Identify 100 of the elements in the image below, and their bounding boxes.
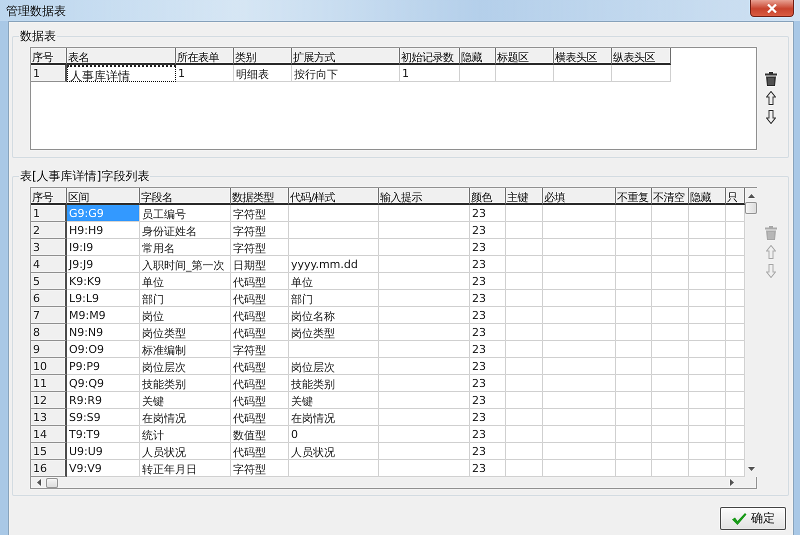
table-cell[interactable]: U9:U9 [67,443,140,460]
table-cell: 人员状况 [289,443,379,460]
table-cell [506,324,543,341]
table-cell: 岗位层次 [289,358,379,375]
table-cell: 人员状况 [140,443,231,460]
table-cell[interactable]: I9:I9 [67,239,140,256]
row-number: 8 [31,324,67,341]
close-button[interactable] [750,0,794,17]
column-header[interactable]: 必填 [543,188,616,205]
table-cell[interactable]: J9:J9 [67,256,140,273]
row-number: 14 [31,426,67,443]
column-header[interactable]: 只 [726,188,745,205]
table-cell: 按行向下 [292,65,400,82]
table-cell [616,273,652,290]
column-header[interactable]: 类别 [234,48,292,65]
row-number: 15 [31,443,67,460]
table-cell [496,65,554,82]
table-cell: 23 [470,443,506,460]
column-header[interactable]: 所在表单 [176,48,234,65]
column-header[interactable]: 纵表头区 [612,48,671,65]
table-cell[interactable]: L9:L9 [67,290,140,307]
column-header[interactable]: 颜色 [470,188,506,205]
row-number: 12 [31,392,67,409]
table-cell [616,324,652,341]
column-header[interactable]: 隐藏 [689,188,726,205]
column-header[interactable]: 表名 [67,48,176,65]
table-cell: 代码型 [231,443,289,460]
table-cell[interactable]: T9:T9 [67,426,140,443]
close-icon [767,4,777,12]
table-cell: 岗位 [140,307,231,324]
table-cell[interactable]: O9:O9 [67,341,140,358]
table-cell [652,222,689,239]
table-cell [689,341,726,358]
column-header[interactable]: 序号 [31,48,67,65]
horizontal-scrollbar[interactable] [31,477,756,488]
move-up-button[interactable] [764,90,778,106]
column-header[interactable]: 区间 [67,188,140,205]
table-cell[interactable]: Q9:Q9 [67,375,140,392]
table-cell: 在岗情况 [140,409,231,426]
table-cell: 部门 [140,290,231,307]
table-cell[interactable]: M9:M9 [67,307,140,324]
table-cell [689,409,726,426]
group-title: 数据表 [19,28,57,45]
column-header[interactable]: 代码/样式 [289,188,379,205]
column-header[interactable]: 横表头区 [554,48,612,65]
table-cell [616,426,652,443]
table-cell [689,375,726,392]
table-cell [652,443,689,460]
table-cell[interactable]: K9:K9 [67,273,140,290]
table-cell [616,222,652,239]
table-cell[interactable]: 人事库详情 [67,65,176,82]
column-header[interactable]: 字段名 [140,188,231,205]
column-header[interactable]: 数据类型 [231,188,289,205]
table-cell: 在岗情况 [289,409,379,426]
table-cell [652,290,689,307]
table-cell: 代码型 [231,358,289,375]
column-header[interactable]: 不清空 [652,188,689,205]
table-cell [616,239,652,256]
table-cell: 代码型 [231,307,289,324]
scrollbar-thumb[interactable] [46,478,58,488]
table-cell [506,426,543,443]
table-cell: 统计 [140,426,231,443]
row-number: 6 [31,290,67,307]
table-cell [506,358,543,375]
table-cell [652,341,689,358]
table-cell[interactable]: P9:P9 [67,358,140,375]
table-cell: 代码型 [231,290,289,307]
column-header[interactable]: 不重复 [616,188,652,205]
table-cell[interactable]: N9:N9 [67,324,140,341]
table-cell[interactable]: S9:S9 [67,409,140,426]
table-cell [652,375,689,392]
column-header[interactable]: 标题区 [496,48,554,65]
column-header[interactable]: 扩展方式 [292,48,400,65]
table-cell [506,409,543,426]
row-number: 4 [31,256,67,273]
table-cell[interactable]: H9:H9 [67,222,140,239]
row-number: 5 [31,273,67,290]
column-header[interactable]: 序号 [31,188,67,205]
table-cell: 数值型 [231,426,289,443]
scroll-left-icon [37,479,41,486]
ok-button[interactable]: 确定 [720,507,786,530]
scrollbar-thumb[interactable] [745,202,757,214]
table-cell: 关键 [140,392,231,409]
row-number: 7 [31,307,67,324]
window-title: 管理数据表 [5,3,66,20]
table-cell: 23 [470,307,506,324]
scroll-down-icon [748,467,754,471]
column-header[interactable]: 主键 [506,188,543,205]
table-cell [506,290,543,307]
table-cell [689,443,726,460]
table-cell [506,392,543,409]
delete-button[interactable] [762,71,778,87]
column-header[interactable]: 输入提示 [379,188,470,205]
column-header[interactable]: 初始记录数 [400,48,460,65]
column-header[interactable]: 隐藏 [460,48,496,65]
table-cell [689,426,726,443]
table-cell [689,307,726,324]
table-cell [506,205,543,222]
table-cell[interactable]: R9:R9 [67,392,140,409]
move-down-button[interactable] [764,109,778,125]
